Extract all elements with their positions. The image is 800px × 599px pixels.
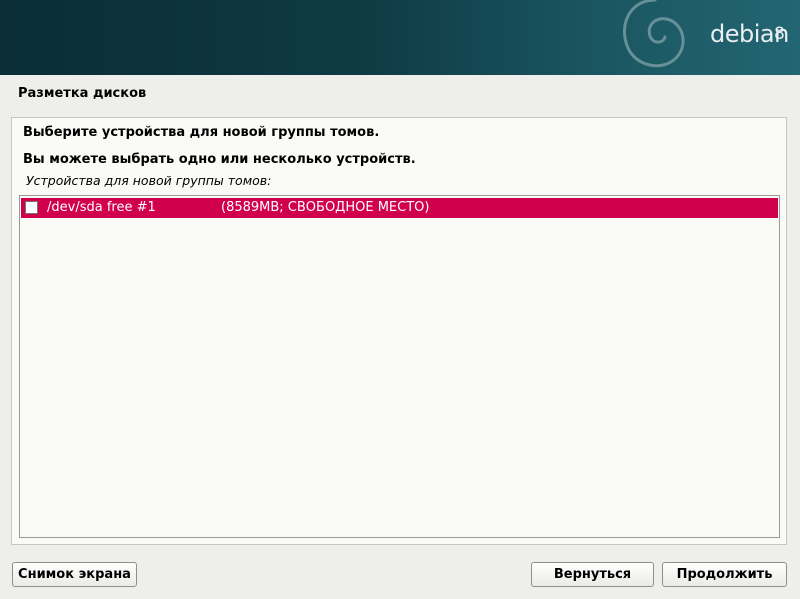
device-checkbox[interactable] xyxy=(25,201,38,214)
screenshot-button[interactable]: Снимок экрана xyxy=(12,562,137,587)
back-button[interactable]: Вернуться xyxy=(531,562,654,587)
multi-select-hint: Вы можете выбрать одно или несколько уст… xyxy=(23,152,416,167)
continue-button[interactable]: Продолжить xyxy=(662,562,787,587)
debian-swirl-icon xyxy=(622,0,685,68)
device-list-item[interactable]: /dev/sda free #1 (8589MB; СВОБОДНОЕ МЕСТ… xyxy=(21,198,778,218)
device-detail: (8589MB; СВОБОДНОЕ МЕСТО) xyxy=(221,200,430,215)
page-title: Разметка дисков xyxy=(18,86,147,101)
device-name: /dev/sda free #1 xyxy=(47,200,156,215)
select-prompt: Выберите устройства для новой группы том… xyxy=(23,125,380,140)
debian-version: 8 xyxy=(774,24,785,44)
content-panel: Выберите устройства для новой группы том… xyxy=(11,117,787,545)
device-list-label: Устройства для новой группы томов: xyxy=(26,173,272,188)
header-banner: debian 8 xyxy=(0,0,800,75)
device-listbox[interactable]: /dev/sda free #1 (8589MB; СВОБОДНОЕ МЕСТ… xyxy=(19,195,780,538)
